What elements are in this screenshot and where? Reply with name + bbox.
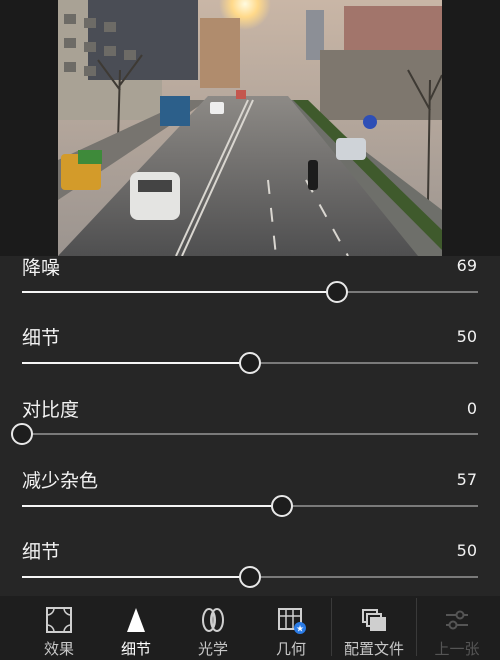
tab-label: 上一张 [434, 640, 480, 658]
photo-preview [58, 0, 442, 256]
slider-track[interactable] [11, 423, 478, 445]
detail-panel: 降噪 69 细节 50 对比度 0 减少杂色 57 细节 50 [0, 256, 500, 596]
slider-fill [22, 505, 282, 507]
tab-label: 效果 [43, 640, 74, 658]
slider-label: 细节 [22, 327, 61, 349]
tab-optics[interactable]: 光学 [174, 596, 252, 660]
slider-label: 降噪 [22, 257, 61, 279]
slider-value: 69 [456, 256, 477, 275]
tool-bar: 效果 细节 光学 ★ 几何 配置文件 上一张 [0, 596, 500, 660]
slider-thumb[interactable] [11, 423, 33, 445]
slider-label: 减少杂色 [22, 470, 99, 492]
tab-effects[interactable]: 效果 [20, 596, 98, 660]
slider-value: 0 [466, 399, 477, 418]
slider-track[interactable] [22, 495, 478, 517]
slider-thumb[interactable] [239, 352, 261, 374]
slider-thumb[interactable] [239, 566, 261, 588]
tab-label: 配置文件 [343, 640, 404, 658]
slider-track[interactable] [22, 281, 478, 303]
slider-fill [22, 362, 250, 364]
tab-detail[interactable]: 细节 [97, 596, 175, 660]
geometry-grid-icon: ★ [276, 606, 306, 635]
previous-settings-icon [442, 606, 472, 634]
slider-thumb[interactable] [270, 495, 293, 517]
slider-row-noise-reduction: 降噪 69 [0, 256, 500, 328]
tab-previous[interactable]: 上一张 [418, 596, 496, 660]
slider-row-detail: 细节 50 [0, 327, 500, 400]
slider-label: 细节 [22, 541, 61, 563]
tab-geometry[interactable]: ★ 几何 [252, 596, 330, 660]
toolbar-divider [331, 598, 332, 656]
tab-label: 几何 [275, 640, 306, 658]
slider-track[interactable] [22, 566, 478, 588]
toolbar-divider [416, 598, 417, 656]
slider-thumb[interactable] [325, 281, 348, 303]
optics-lens-icon [198, 606, 228, 634]
slider-row-contrast: 对比度 0 [0, 399, 500, 472]
tab-label: 光学 [197, 640, 228, 658]
slider-label: 对比度 [22, 399, 80, 421]
slider-value: 57 [456, 470, 477, 489]
profile-stack-icon [359, 606, 389, 634]
svg-text:★: ★ [296, 625, 304, 635]
tab-label: 细节 [120, 640, 151, 658]
detail-triangle-icon [121, 606, 151, 634]
slider-fill [22, 576, 250, 578]
slider-track[interactable] [22, 352, 478, 374]
slider-value: 50 [456, 327, 477, 346]
slider-fill [22, 291, 337, 293]
slider-row-reduce-noise: 减少杂色 57 [0, 470, 500, 543]
tab-profiles[interactable]: 配置文件 [335, 596, 413, 660]
effects-icon [44, 606, 74, 634]
slider-value: 50 [456, 541, 477, 560]
